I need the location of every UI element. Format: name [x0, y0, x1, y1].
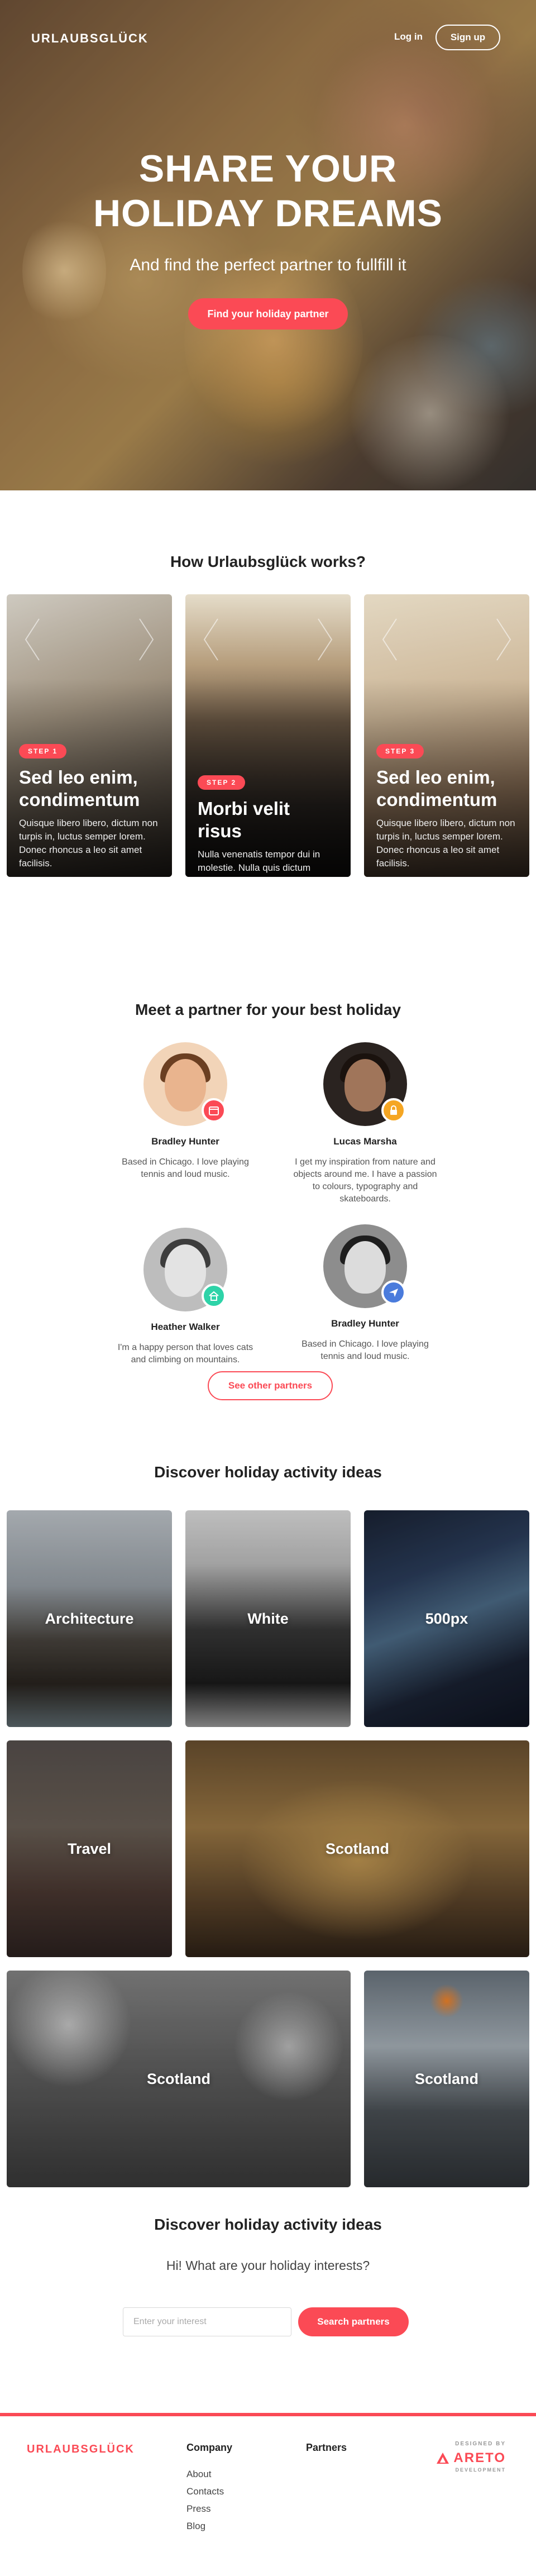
partner-name[interactable]: Heather Walker — [102, 1322, 269, 1333]
designer-name: ARETO — [453, 2450, 506, 2465]
activity-label: Travel — [67, 1840, 112, 1857]
activity-label: Scotland — [414, 2070, 478, 2087]
activity-label: White — [247, 1610, 289, 1627]
footer-link-blog[interactable]: Blog — [186, 2521, 205, 2532]
login-link[interactable]: Log in — [394, 31, 423, 42]
step-text: Nulla venenatis tempor dui in molestie. … — [198, 849, 320, 877]
search-partners-button[interactable]: Search partners — [298, 2307, 409, 2336]
chevron-left-icon — [382, 618, 397, 661]
avatar[interactable] — [323, 1224, 407, 1308]
avatar[interactable] — [143, 1228, 227, 1311]
partner-bio: I get my inspiration from nature and obj… — [293, 1157, 437, 1204]
interests-section: Discover holiday activity ideas Hi! What… — [0, 2192, 536, 2413]
partner-name[interactable]: Bradley Hunter — [102, 1136, 269, 1147]
partner-bio: Based in Chicago. I love playing tennis … — [122, 1157, 249, 1179]
find-partner-button[interactable]: Find your holiday partner — [188, 298, 348, 330]
footer: URLAUBSGLÜCK Company About Contacts Pres… — [0, 2413, 536, 2576]
activity-tile[interactable]: Architecture — [7, 1510, 172, 1727]
steps-row: STEP 1 Sed leo enim, condimentum Quisque… — [7, 594, 529, 877]
partner-name[interactable]: Bradley Hunter — [281, 1318, 449, 1329]
step-text: Quisque libero libero, dictum non turpis… — [376, 818, 515, 869]
see-other-partners-button[interactable]: See other partners — [208, 1371, 333, 1400]
partner-card[interactable]: Lucas Marsha I get my inspiration from n… — [281, 1042, 449, 1205]
footer-logo[interactable]: URLAUBSGLÜCK — [27, 2443, 135, 2456]
partner-bio: I'm a happy person that loves cats and c… — [117, 1343, 253, 1365]
step-title: Morbi velit risus — [198, 798, 290, 841]
activity-label: Architecture — [45, 1610, 134, 1627]
partners-title: Meet a partner for your best holiday — [135, 1001, 401, 1018]
partners-section: Meet a partner for your best holiday Bra… — [0, 939, 536, 1431]
footer-link-contacts[interactable]: Contacts — [186, 2486, 224, 2497]
chevron-left-icon — [25, 618, 40, 661]
step-title: Sed leo enim, condimentum — [19, 767, 140, 810]
home-icon — [202, 1284, 226, 1308]
areto-logo-icon — [437, 2453, 449, 2464]
hero-photo-highlight — [346, 335, 514, 490]
interest-input[interactable] — [123, 2307, 291, 2336]
avatar[interactable] — [323, 1042, 407, 1126]
chevron-right-icon — [139, 618, 154, 661]
designer-credit[interactable]: DESIGNED BY ARETO DEVELOPMENT — [428, 2441, 506, 2473]
activity-label: Scotland — [325, 1840, 389, 1857]
footer-company-title: Company — [186, 2442, 233, 2453]
step-card[interactable]: STEP 2 Morbi velit risus Nulla venenatis… — [185, 594, 351, 877]
step-title: Sed leo enim, condimentum — [376, 767, 497, 810]
hero-section: URLAUBSGLÜCK Log in Sign up SHARE YOUR H… — [0, 0, 536, 490]
partner-card[interactable]: Bradley Hunter Based in Chicago. I love … — [281, 1224, 449, 1363]
designer-logo: ARETO — [428, 2450, 506, 2466]
interests-subtitle: Hi! What are your holiday interests? — [166, 2258, 370, 2273]
step-card[interactable]: STEP 3 Sed leo enim, condimentum Quisque… — [364, 594, 529, 877]
hero-subtitle: And find the perfect partner to fullfill… — [130, 256, 406, 274]
activity-label: Scotland — [146, 2070, 210, 2087]
calendar-icon — [202, 1098, 226, 1123]
hero-content: SHARE YOUR HOLIDAY DREAMS And find the p… — [0, 146, 536, 330]
signup-button[interactable]: Sign up — [436, 25, 500, 50]
step-badge: STEP 1 — [19, 744, 67, 759]
activity-label: 500px — [425, 1610, 468, 1627]
footer-link-press[interactable]: Press — [186, 2503, 210, 2515]
designer-subtitle: DEVELOPMENT — [455, 2467, 506, 2473]
how-it-works-title: How Urlaubsglück works? — [170, 553, 366, 570]
designed-by-label: DESIGNED BY — [455, 2441, 506, 2447]
chevron-right-icon — [318, 618, 333, 661]
step-badge: STEP 2 — [198, 775, 246, 790]
hero-title: SHARE YOUR HOLIDAY DREAMS — [93, 147, 443, 235]
footer-partners-title: Partners — [306, 2442, 347, 2453]
activities-title: Discover holiday activity ideas — [154, 1463, 382, 1481]
activity-tile[interactable]: 500px — [364, 1510, 529, 1727]
send-icon — [381, 1280, 406, 1305]
partner-bio: Based in Chicago. I love playing tennis … — [302, 1339, 429, 1361]
activity-tile[interactable]: Scotland — [364, 1971, 529, 2187]
activity-tile[interactable]: Scotland — [7, 1971, 351, 2187]
how-it-works-section: How Urlaubsglück works? STEP 1 Sed leo e… — [0, 490, 536, 939]
chevron-left-icon — [203, 618, 218, 661]
activity-tile[interactable]: Travel — [7, 1740, 172, 1957]
chevron-right-icon — [496, 618, 511, 661]
interests-title: Discover holiday activity ideas — [154, 2216, 382, 2233]
site-logo[interactable]: URLAUBSGLÜCK — [31, 31, 149, 46]
activity-tile[interactable]: Scotland — [185, 1740, 529, 1957]
activity-tile[interactable]: White — [185, 1510, 351, 1727]
partner-card[interactable]: Heather Walker I'm a happy person that l… — [102, 1228, 269, 1366]
lock-icon — [381, 1098, 406, 1123]
step-card[interactable]: STEP 1 Sed leo enim, condimentum Quisque… — [7, 594, 172, 877]
partner-name[interactable]: Lucas Marsha — [281, 1136, 449, 1147]
top-navigation: URLAUBSGLÜCK Log in Sign up — [0, 0, 536, 78]
activities-section: Discover holiday activity ideas Architec… — [0, 1431, 536, 2192]
step-badge: STEP 3 — [376, 744, 424, 759]
step-text: Quisque libero libero, dictum non turpis… — [19, 818, 158, 869]
partner-card[interactable]: Bradley Hunter Based in Chicago. I love … — [102, 1042, 269, 1181]
footer-link-about[interactable]: About — [186, 2469, 211, 2480]
avatar[interactable] — [143, 1042, 227, 1126]
